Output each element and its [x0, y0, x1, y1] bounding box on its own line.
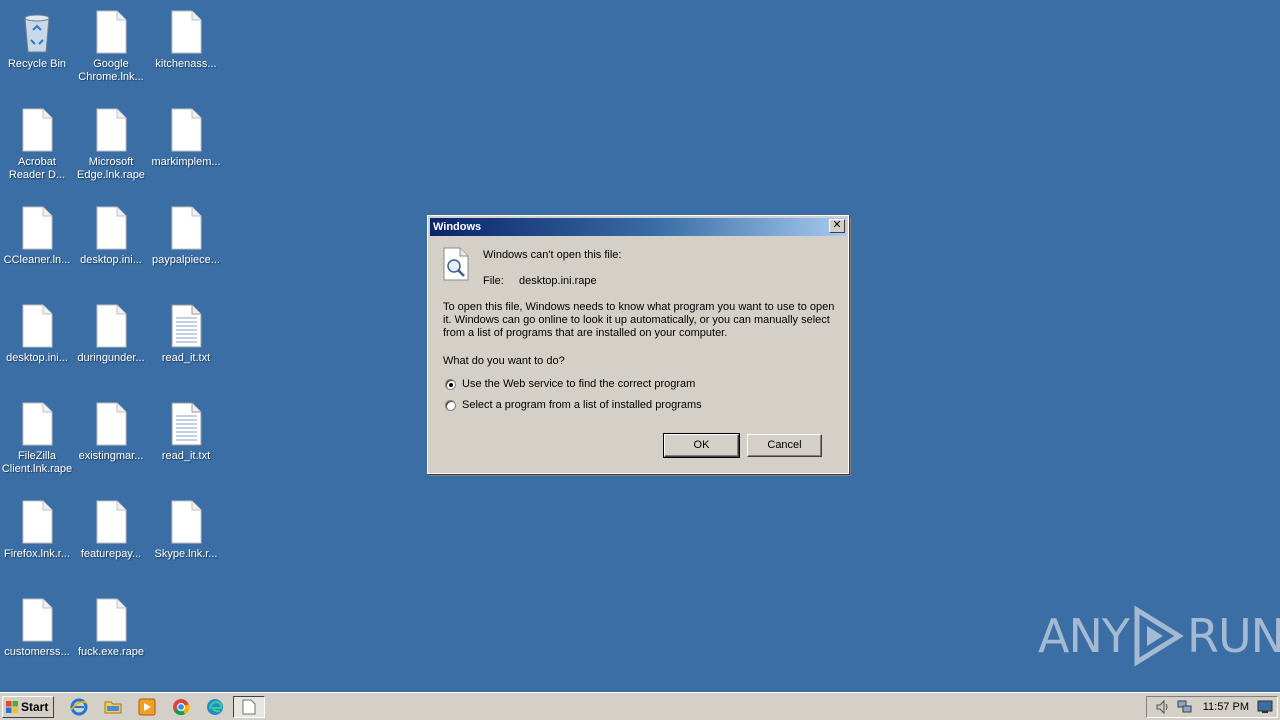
desktop-icon[interactable]: duringunder... [74, 304, 148, 365]
recycle-bin-icon [19, 10, 55, 54]
desktop-icon-label: desktop.ini... [80, 254, 142, 266]
desktop-icon[interactable]: Skype.lnk.r... [149, 500, 223, 561]
radio-select-program[interactable] [445, 399, 456, 411]
desktop-icon[interactable]: Recycle Bin [0, 10, 74, 71]
anyrun-watermark: ANY RUN [1038, 606, 1280, 666]
file-icon [19, 108, 55, 152]
desktop-icon[interactable]: FileZilla Client.lnk.rape [0, 402, 74, 476]
desktop-icon-label: desktop.ini... [6, 352, 68, 364]
desktop-icon[interactable]: read_it.txt [149, 304, 223, 365]
desktop-icon-label: Microsoft Edge.lnk.rape [77, 156, 145, 181]
desktop-icon[interactable]: customerss... [0, 598, 74, 659]
close-icon: ✕ [832, 219, 842, 231]
dialog-question: What do you want to do? [443, 355, 565, 367]
file-icon [93, 402, 129, 446]
desktop-icon[interactable]: kitchenass... [149, 10, 223, 71]
dialog-close-button[interactable]: ✕ [829, 219, 845, 233]
desktop-icon-label: Firefox.lnk.r... [3, 548, 71, 560]
desktop-icon-label: markimplem... [151, 156, 221, 168]
desktop-icon[interactable]: markimplem... [149, 108, 223, 169]
start-label: Start [21, 700, 49, 714]
desktop-icon-label: kitchenass... [155, 58, 217, 70]
option-select-program[interactable]: Select a program from a list of installe… [445, 399, 702, 411]
dialog-title: Windows [433, 221, 482, 233]
document-icon [242, 699, 256, 715]
desktop-icon-label: CCleaner.ln... [3, 254, 71, 266]
ok-button[interactable]: OK [663, 433, 740, 458]
desktop-icon[interactable]: Firefox.lnk.r... [0, 500, 74, 561]
taskbar-window-button[interactable] [233, 696, 265, 718]
radio-web-service[interactable] [445, 378, 456, 390]
cancel-button[interactable]: Cancel [747, 434, 822, 457]
clock[interactable]: 11:57 PM [1203, 701, 1249, 713]
file-icon [19, 304, 55, 348]
option-select-program-label: Select a program from a list of installe… [462, 399, 702, 411]
edge-icon[interactable] [206, 698, 224, 716]
desktop-icon-label: read_it.txt [161, 450, 211, 462]
watermark-right: RUN [1186, 609, 1280, 663]
desktop-icon-label: Acrobat Reader D... [8, 156, 66, 181]
desktop-icon[interactable]: paypalpiece... [149, 206, 223, 267]
text-file-icon [168, 402, 204, 446]
desktop-icon-label: Skype.lnk.r... [154, 548, 218, 560]
media-player-icon[interactable] [138, 698, 156, 716]
desktop-icon-label: paypalpiece... [152, 254, 220, 266]
file-icon [93, 108, 129, 152]
play-logo-icon [1134, 606, 1184, 666]
windows-logo-icon [6, 701, 18, 713]
desktop-icon-label: FileZilla Client.lnk.rape [1, 450, 73, 475]
dialog-description: To open this file, Windows needs to know… [443, 301, 835, 339]
file-icon [168, 206, 204, 250]
file-icon [168, 500, 204, 544]
file-icon [168, 10, 204, 54]
network-icon[interactable] [1177, 699, 1193, 715]
desktop-icon[interactable]: Microsoft Edge.lnk.rape [74, 108, 148, 182]
desktop-icon[interactable]: fuck.exe.rape [74, 598, 148, 659]
dialog-titlebar[interactable]: Windows [430, 218, 846, 236]
system-tray: 11:57 PM [1146, 696, 1278, 718]
file-icon [93, 10, 129, 54]
cant-open-text: Windows can't open this file: [483, 249, 622, 261]
option-web-service[interactable]: Use the Web service to find the correct … [445, 378, 695, 390]
chrome-icon[interactable] [172, 698, 190, 716]
file-icon [19, 500, 55, 544]
desktop-icon-label: customerss... [4, 646, 70, 658]
file-icon [19, 598, 55, 642]
watermark-left: ANY [1038, 609, 1130, 663]
desktop-icon[interactable]: desktop.ini... [0, 304, 74, 365]
folder-icon[interactable] [104, 698, 122, 716]
open-with-dialog: Windows ✕ Windows can't open this file: … [427, 215, 849, 474]
desktop-icon-label: existingmar... [78, 450, 144, 462]
desktop-icon[interactable]: read_it.txt [149, 402, 223, 463]
desktop-icon[interactable]: Acrobat Reader D... [0, 108, 74, 182]
desktop-icon-label: read_it.txt [161, 352, 211, 364]
desktop-icon-label: Recycle Bin [7, 58, 67, 70]
volume-icon[interactable] [1155, 699, 1171, 715]
file-icon [93, 500, 129, 544]
text-file-icon [168, 304, 204, 348]
file-icon [93, 598, 129, 642]
taskbar: Start 11:57 PM [0, 692, 1280, 720]
desktop-icon-label: fuck.exe.rape [77, 646, 145, 658]
file-name: desktop.ini.rape [519, 275, 597, 287]
desktop-icon-label: Google Chrome.lnk... [78, 58, 144, 83]
file-icon [168, 108, 204, 152]
desktop-icon-label: featurepay... [80, 548, 142, 560]
desktop-icon[interactable]: Google Chrome.lnk... [74, 10, 148, 84]
file-icon [93, 304, 129, 348]
file-search-icon [443, 247, 469, 281]
desktop-icon-label: duringunder... [77, 352, 145, 364]
desktop-icon[interactable]: existingmar... [74, 402, 148, 463]
file-icon [19, 206, 55, 250]
file-icon [93, 206, 129, 250]
option-web-service-label: Use the Web service to find the correct … [462, 378, 696, 390]
file-label: File: [483, 275, 504, 287]
file-icon [19, 402, 55, 446]
show-desktop-icon[interactable] [1257, 700, 1273, 714]
ie-icon[interactable] [70, 698, 88, 716]
desktop-icon[interactable]: desktop.ini... [74, 206, 148, 267]
start-button[interactable]: Start [2, 696, 54, 718]
desktop-icon[interactable]: CCleaner.ln... [0, 206, 74, 267]
desktop-icon[interactable]: featurepay... [74, 500, 148, 561]
